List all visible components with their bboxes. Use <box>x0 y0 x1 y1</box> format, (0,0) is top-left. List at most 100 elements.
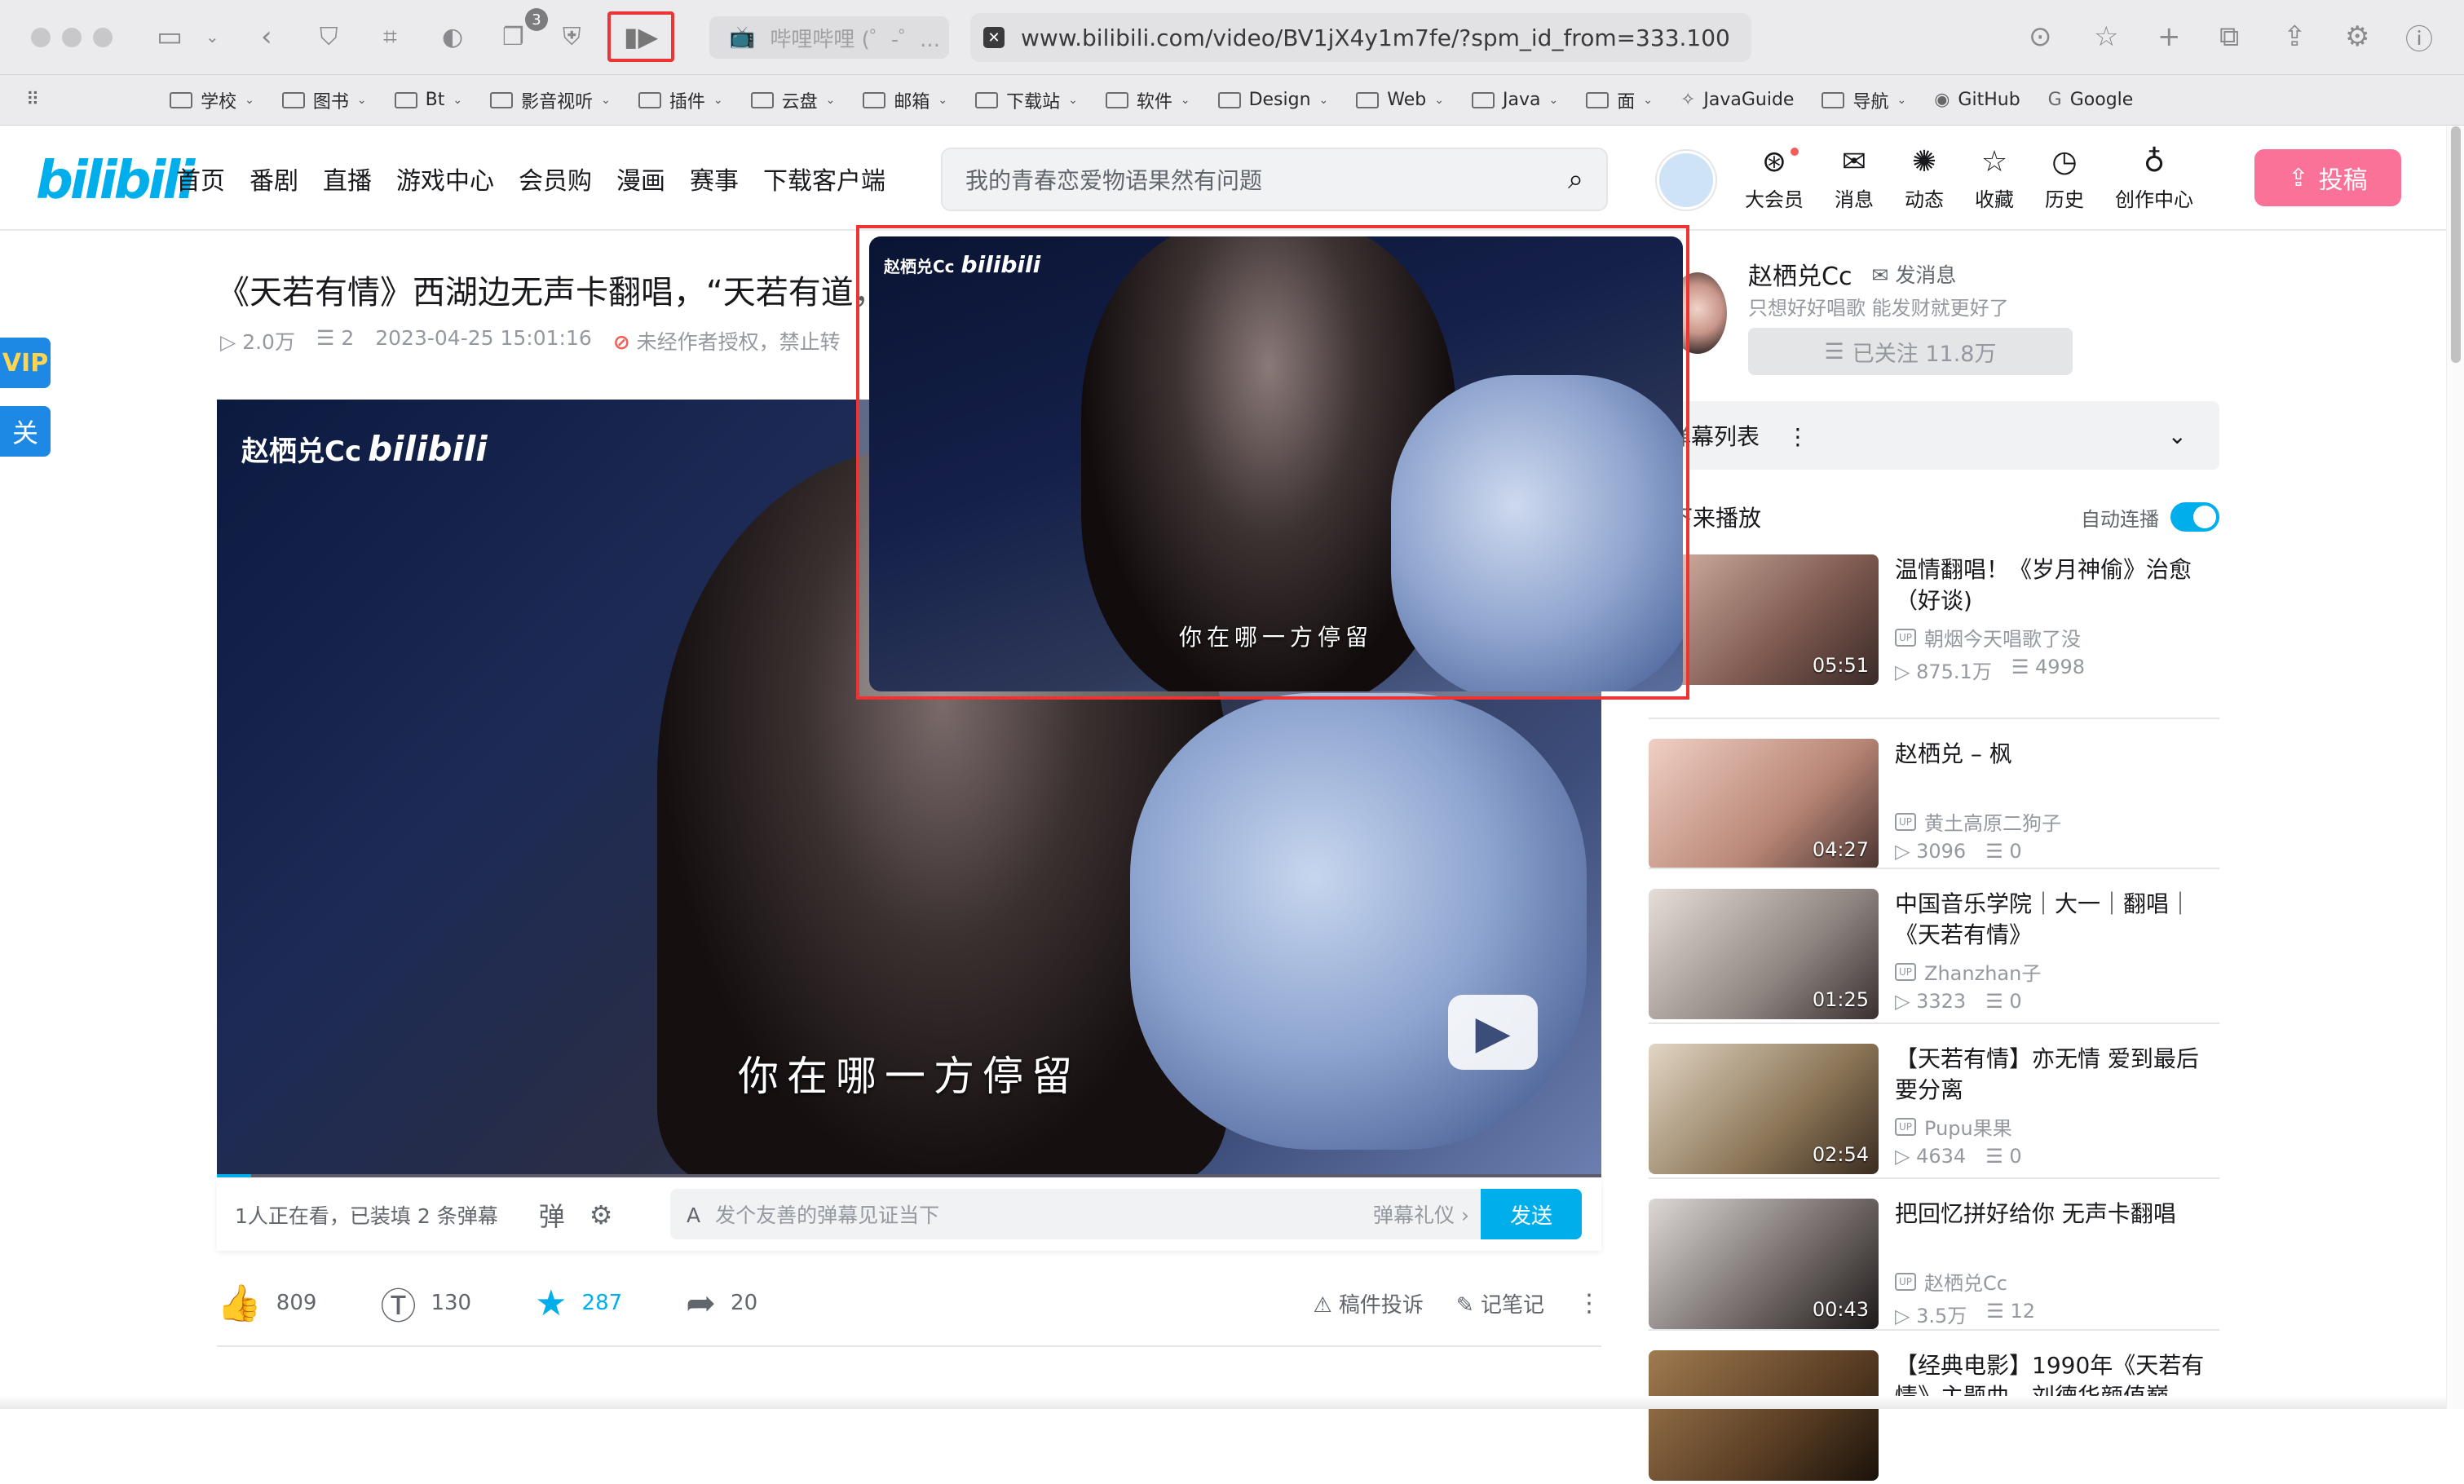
favorite-button[interactable]: ★ 287 <box>535 1283 622 1324</box>
bookmark-folder[interactable]: 面 ⌄ <box>1586 87 1653 113</box>
danmaku-input[interactable]: A 发个友善的弹幕见证当下 弹幕礼仪 › <box>670 1189 1486 1239</box>
like-button[interactable]: 👍 809 <box>217 1282 316 1324</box>
bookmark-folder[interactable]: 云盘 ⌄ <box>750 87 835 113</box>
share-icon[interactable]: ⇪ <box>2283 18 2307 55</box>
danmaku-settings-icon[interactable]: ⚙ <box>590 1199 613 1230</box>
video-thumbnail[interactable] <box>1649 1350 1879 1481</box>
follow-button[interactable]: ☰ 已关注 11.8万 <box>1748 328 2073 375</box>
video-thumbnail[interactable]: 01:25 <box>1649 889 1879 1019</box>
recommendation-uploader[interactable]: UP Zhanzhan子 <box>1895 957 2041 986</box>
recommendation-title[interactable]: 把回忆拼好给你 无声卡翻唱 <box>1895 1199 2221 1230</box>
gear-icon[interactable]: ⚙ <box>2345 18 2369 55</box>
chevron-down-icon[interactable]: ⌄ <box>205 18 219 55</box>
pip-window[interactable]: 赵栖兑Cc bilibili 你在哪一方停留 <box>869 236 1683 691</box>
page-scrollbar[interactable] <box>2446 126 2464 1409</box>
video-thumbnail[interactable]: 00:43 <box>1649 1199 1879 1329</box>
nav-item[interactable]: 会员购 <box>519 161 592 197</box>
extension-icon[interactable]: ◐ <box>442 18 463 55</box>
header-item[interactable]: ☆ 收藏 <box>1975 144 2014 212</box>
minimize-window-button[interactable] <box>62 28 82 47</box>
video-thumbnail[interactable]: 04:27 <box>1649 739 1879 869</box>
more-icon[interactable]: ⋮ <box>1786 423 1809 450</box>
bookmark-link[interactable]: ◉ GitHub <box>1934 90 2020 110</box>
sidebar-toggle-icon[interactable]: ▭ <box>157 18 183 55</box>
address-bar[interactable]: ✕ www.bilibili.com/video/BV1jX4y1m7fe/?s… <box>970 13 1751 62</box>
play-tv-icon[interactable]: ▶ <box>1448 995 1538 1070</box>
video-thumbnail[interactable]: 02:54 <box>1649 1044 1879 1174</box>
recommendation-title[interactable]: 【天若有情】亦无情 爱到最后要分离 <box>1895 1044 2221 1106</box>
bookmark-folder[interactable]: 插件 ⌄ <box>638 87 723 113</box>
nav-item[interactable]: 游戏中心 <box>396 161 494 197</box>
close-tab-icon[interactable]: ✕ <box>983 27 1005 48</box>
tab-bilibili[interactable]: 📺 哔哩哔哩 (゜-゜... <box>709 16 949 59</box>
coin-button[interactable]: Ⓣ 130 <box>380 1277 471 1329</box>
header-item[interactable]: ◷ 历史 <box>2045 144 2084 212</box>
bookmark-folder[interactable]: 影音视听 ⌄ <box>490 87 611 113</box>
autoplay-switch[interactable] <box>2170 502 2219 532</box>
recommendation-item[interactable]: 05:51 温情翻唱！《岁月神偷》治愈（好谈) UP 朝烟今天唱歌了没 ▷ 875.1万… <box>1649 554 2219 688</box>
search-icon[interactable]: ⌕ <box>1568 163 1583 196</box>
send-message-link[interactable]: ✉ 发消息 <box>1871 259 1956 289</box>
danmaku-toggle-icon[interactable]: 弹 <box>539 1196 565 1234</box>
scroll-thumb[interactable] <box>2451 126 2461 363</box>
close-window-button[interactable] <box>31 28 51 47</box>
header-item[interactable]: ✉ 消息 <box>1835 144 1874 212</box>
autoplay-toggle[interactable]: 自动连播 <box>2081 502 2219 532</box>
nav-item[interactable]: 首页 <box>176 161 225 197</box>
bookmark-folder[interactable]: 邮箱 ⌄ <box>863 87 947 113</box>
bookmark-link[interactable]: G Google <box>2048 90 2134 110</box>
side-close-tab[interactable]: 关 <box>0 406 51 457</box>
screenshot-icon[interactable]: ⌗ <box>383 18 397 55</box>
back-icon[interactable]: ‹ <box>261 18 272 55</box>
download-icon[interactable]: ⊙ <box>2029 18 2052 55</box>
recommendation-item[interactable]: 00:43 把回忆拼好给你 无声卡翻唱 UP 赵栖兑Cc ▷ 3.5万 ☰ 12 <box>1649 1199 2219 1332</box>
nav-item[interactable]: 直播 <box>323 161 372 197</box>
bookmark-folder[interactable]: 学校 ⌄ <box>170 87 254 113</box>
bookmark-folder[interactable]: Web ⌄ <box>1356 90 1444 110</box>
recommendation-uploader[interactable]: UP 朝烟今天唱歌了没 <box>1895 623 2081 651</box>
recommendation-title[interactable]: 温情翻唱！《岁月神偷》治愈（好谈) <box>1895 554 2221 616</box>
tabs-overview-icon[interactable]: ⧉ <box>2219 18 2239 55</box>
text-style-icon[interactable]: A <box>687 1204 700 1227</box>
bookmark-folder[interactable]: Bt ⌄ <box>394 90 462 110</box>
side-vip-tab[interactable]: VIP <box>0 338 51 388</box>
recommendation-title[interactable]: 赵栖兑 – 枫 <box>1895 739 2221 770</box>
recommendation-item[interactable]: 01:25 中国音乐学院｜大一｜翻唱｜《天若有情》 UP Zhanzhan子 ▷ 332… <box>1649 889 2219 1022</box>
uploader-name[interactable]: 赵栖兑Cc <box>1748 256 1852 292</box>
recommendation-item[interactable]: 04:27 赵栖兑 – 枫 UP 黄土高原二狗子 ▷ 3096 ☰ 0 <box>1649 739 2219 872</box>
upload-button[interactable]: ⇪ 投稿 <box>2254 149 2401 206</box>
star-icon[interactable]: ☆ <box>2094 18 2118 55</box>
header-item[interactable]: ♁ 创作中心 <box>2115 144 2193 212</box>
bookmark-folder[interactable]: Java ⌄ <box>1471 90 1558 110</box>
bookmark-folder[interactable]: Design ⌄ <box>1217 90 1328 110</box>
bookmark-folder[interactable]: 下载站 ⌄ <box>975 87 1078 113</box>
extension-icon[interactable]: ❐ <box>502 18 524 55</box>
recommendation-uploader[interactable]: UP 赵栖兑Cc <box>1895 1267 2007 1296</box>
nav-item[interactable]: 漫画 <box>616 161 665 197</box>
header-item[interactable]: ✺ 动态 <box>1905 144 1944 212</box>
recommendation-item[interactable]: 【经典电影】1990年《天若有情》主题曲，刘德华颜值巅… <box>1649 1350 2219 1484</box>
report-button[interactable]: ⚠ 稿件投诉 <box>1313 1288 1424 1318</box>
chevron-down-icon[interactable]: ⌄ <box>2168 422 2187 449</box>
bookmark-folder[interactable]: 图书 ⌄ <box>281 87 367 113</box>
user-avatar[interactable] <box>1657 151 1716 210</box>
search-input[interactable]: 我的青春恋爱物语果然有问题 ⌕ <box>941 148 1608 211</box>
bookmark-link[interactable]: ✧ JavaGuide <box>1680 90 1795 110</box>
more-actions-icon[interactable]: ⋮ <box>1577 1289 1601 1318</box>
recommendation-uploader[interactable]: UP Pupu果果 <box>1895 1112 2012 1141</box>
header-item[interactable]: ⊛ 大会员 <box>1745 144 1804 212</box>
danmaku-list-panel[interactable]: 弹幕列表 ⋮ ⌄ <box>1649 401 2219 470</box>
apps-grid-icon[interactable]: ⠿ <box>26 90 39 110</box>
danmaku-etiquette-link[interactable]: 弹幕礼仪 › <box>1373 1199 1469 1229</box>
bookmark-folder[interactable]: 导航 ⌄ <box>1822 87 1906 113</box>
nav-item[interactable]: 赛事 <box>690 161 739 197</box>
info-icon[interactable]: ⓘ <box>2405 18 2433 56</box>
zoom-window-button[interactable] <box>93 28 113 47</box>
bookmark-folder[interactable]: 软件 ⌄ <box>1105 87 1190 113</box>
send-danmaku-button[interactable]: 发送 <box>1481 1189 1582 1239</box>
recommendation-item[interactable]: 02:54 【天若有情】亦无情 爱到最后要分离 UP Pupu果果 ▷ 4634 ☰ 0 <box>1649 1044 2219 1177</box>
nav-item[interactable]: 下载客户端 <box>763 161 885 197</box>
shield-icon[interactable]: ⛉ <box>320 18 338 55</box>
recommendation-title[interactable]: 中国音乐学院｜大一｜翻唱｜《天若有情》 <box>1895 889 2221 951</box>
share-button[interactable]: ➦ 20 <box>686 1283 757 1324</box>
